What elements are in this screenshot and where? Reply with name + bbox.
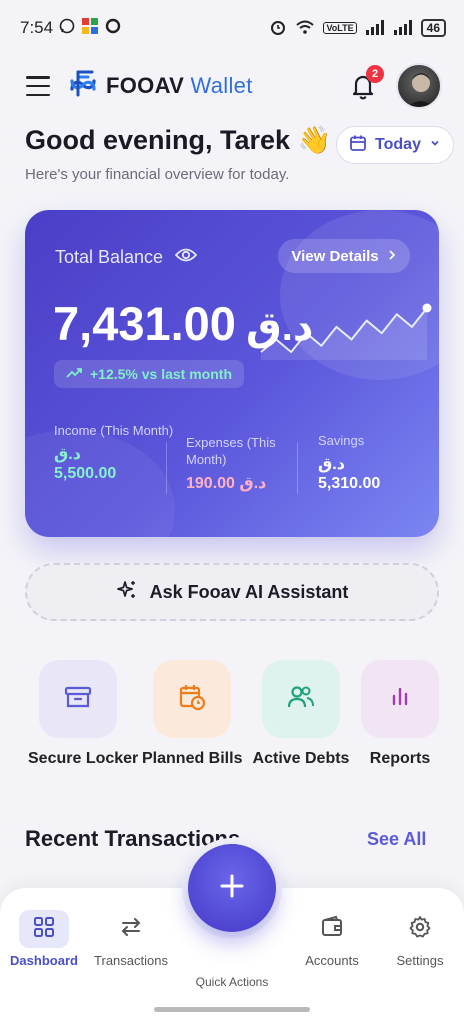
trend-up-icon — [66, 366, 82, 382]
secure-locker-icon-box — [39, 660, 117, 738]
total-balance-label: Total Balance — [55, 247, 198, 268]
balance-change-text: +12.5% vs last month — [90, 366, 233, 382]
app-logo[interactable]: FOOAV Wallet — [66, 67, 253, 106]
wallet-icon — [320, 915, 344, 944]
view-details-button[interactable]: View Details — [278, 239, 410, 273]
calendar-clock-icon — [177, 682, 207, 717]
battery-indicator: 46 — [420, 19, 446, 37]
plus-icon — [217, 871, 247, 906]
whatsapp-icon — [59, 18, 75, 39]
sparkles-icon — [116, 579, 138, 606]
see-all-link[interactable]: See All — [367, 829, 426, 850]
bar-chart-icon — [385, 682, 415, 717]
chevron-down-icon — [429, 136, 441, 154]
avatar[interactable] — [396, 63, 442, 109]
quick-actions-label: Quick Actions — [195, 975, 269, 989]
planned-bills-tile[interactable]: Planned Bills — [142, 660, 242, 768]
ask-ai-label: Ask Fooav AI Assistant — [149, 581, 349, 602]
status-left: 7:54 — [20, 17, 121, 40]
secure-locker-tile[interactable]: Secure Locker — [28, 660, 139, 768]
chevron-right-icon — [387, 248, 397, 265]
ask-ai-assistant-button[interactable]: Ask Fooav AI Assistant — [25, 563, 439, 621]
nav-dashboard[interactable]: Dashboard — [0, 910, 89, 968]
planned-bills-icon-box — [153, 660, 231, 738]
calendar-icon — [349, 134, 367, 157]
nav-accounts-icon-wrap — [307, 910, 357, 948]
app-header: FOOAV Wallet 2 — [0, 60, 464, 112]
active-debts-label: Active Debts — [252, 750, 350, 767]
savings-value: د.ق 5,310.00 — [318, 456, 381, 492]
stat-divider — [166, 442, 167, 494]
view-details-label: View Details — [291, 247, 379, 265]
swap-arrows-icon — [119, 915, 143, 944]
active-debts-icon-box — [262, 660, 340, 738]
savings-label: Savings — [318, 433, 365, 448]
income-label: Income (This Month) — [54, 423, 174, 438]
balance-trend-sparkline — [260, 303, 432, 360]
reports-icon-box — [361, 660, 439, 738]
sparkline-end-point — [422, 303, 432, 313]
nav-dashboard-icon-wrap — [19, 910, 69, 948]
greeting-title: Good evening, Tarek 👋 — [25, 125, 332, 155]
nav-accounts[interactable]: Accounts — [287, 910, 377, 968]
bell-icon — [348, 75, 378, 105]
greeting-subtitle: Here's your financial overview for today… — [25, 166, 290, 183]
nav-transactions[interactable]: Transactions — [86, 910, 176, 968]
status-right: VoLTE 46 — [269, 18, 446, 39]
eye-icon[interactable] — [174, 247, 198, 268]
status-bar: 7:54 VoLTE 46 — [0, 0, 464, 56]
nav-settings-icon-wrap — [395, 910, 445, 948]
nav-transactions-label: Transactions — [94, 953, 168, 968]
app-grid-icon — [81, 17, 99, 40]
expenses-stat: Expenses (This Month) 190.00 د.ق — [186, 434, 296, 493]
logo-text: FOOAV Wallet — [106, 73, 253, 99]
date-filter-label: Today — [375, 136, 421, 153]
quick-actions-button[interactable] — [188, 844, 276, 932]
balance-value: 7,431.00 — [53, 297, 236, 350]
logo-icon — [66, 67, 100, 106]
home-indicator — [154, 1007, 310, 1012]
menu-icon[interactable] — [26, 76, 50, 96]
wifi-icon — [295, 19, 315, 38]
stat-divider-2 — [297, 442, 298, 494]
reports-tile[interactable]: Reports — [350, 660, 450, 768]
grid-icon — [32, 915, 56, 944]
logo-accent: Wallet — [190, 73, 253, 98]
notification-badge: 2 — [366, 65, 384, 83]
balance-card: Total Balance View Details 7,431.00 د.ق +… — [25, 210, 439, 537]
balance-change-badge: +12.5% vs last month — [54, 360, 245, 388]
date-filter-button[interactable]: Today — [336, 126, 454, 164]
secure-locker-label: Secure Locker — [28, 750, 139, 767]
header-actions: 2 — [348, 63, 442, 109]
nav-settings[interactable]: Settings — [375, 910, 464, 968]
logo-brand: FOOAV — [106, 73, 185, 98]
nav-dashboard-label: Dashboard — [10, 953, 78, 968]
nav-settings-label: Settings — [396, 953, 444, 968]
status-time: 7:54 — [20, 18, 54, 37]
income-stat: Income (This Month) د.ق 5,500.00 — [54, 422, 174, 483]
signal-icon-2 — [393, 19, 413, 38]
reports-label: Reports — [369, 750, 431, 767]
expenses-value: 190.00 د.ق — [186, 475, 267, 492]
nav-accounts-label: Accounts — [305, 953, 359, 968]
users-icon — [286, 682, 316, 717]
carrier-icon — [105, 18, 121, 39]
active-debts-tile[interactable]: Active Debts — [251, 660, 351, 768]
archive-icon — [63, 682, 93, 717]
signal-icon — [365, 19, 385, 38]
income-value: د.ق 5,500.00 — [54, 446, 117, 482]
recent-transactions-title: Recent Transactions — [25, 826, 241, 851]
gear-icon — [408, 915, 432, 944]
balance-stats: Income (This Month) د.ق 5,500.00 Expense… — [25, 422, 439, 512]
planned-bills-label: Planned Bills — [142, 750, 243, 767]
expenses-label: Expenses (This Month) — [186, 435, 276, 467]
notifications-button[interactable]: 2 — [348, 65, 384, 101]
total-balance-text: Total Balance — [55, 247, 164, 267]
greeting: Good evening, Tarek 👋 Here's your financ… — [25, 124, 331, 183]
nav-transactions-icon-wrap — [106, 910, 156, 948]
volte-badge: VoLTE — [323, 22, 357, 34]
savings-stat: Savings د.ق 5,310.00 — [318, 432, 428, 493]
alarm-icon — [269, 18, 287, 39]
